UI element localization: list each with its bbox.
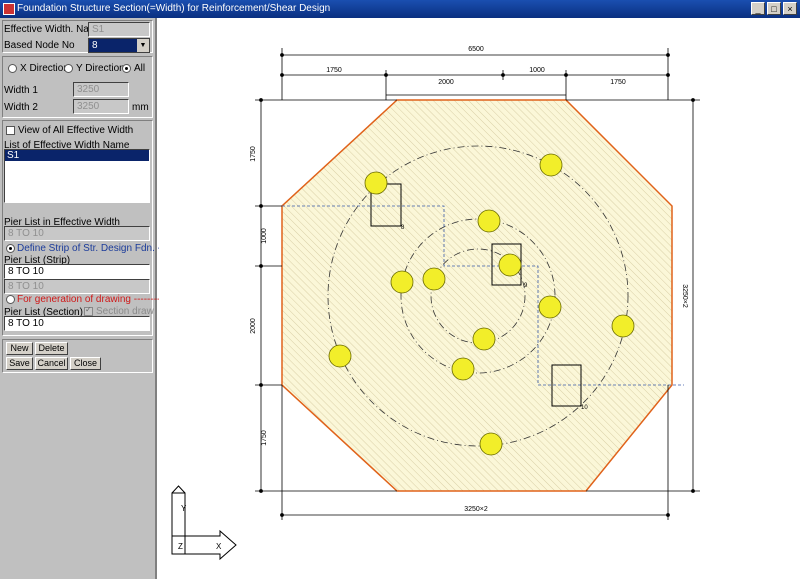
- properties-panel: Effective Width. Name S1 Based Node No 8…: [0, 18, 168, 579]
- all-label: All: [134, 63, 146, 74]
- y-direction-label: Y Direction: [76, 63, 125, 74]
- for-generation-label: For generation of drawing --------: [17, 294, 161, 305]
- dim-left-1: 1750: [250, 146, 257, 162]
- radio-y-direction[interactable]: [64, 64, 73, 73]
- dim-left-2: 1000: [261, 228, 268, 244]
- dim-left-3: 2000: [250, 318, 257, 334]
- axis-z-label: Z: [178, 542, 183, 551]
- width2-field[interactable]: 3250: [73, 99, 129, 114]
- cancel-button[interactable]: Cancel: [35, 357, 68, 370]
- dim-bottom: 3250×2: [464, 506, 488, 513]
- define-strip-label: Define Strip of Str. Design Fdn. ---: [17, 243, 168, 254]
- pile: [538, 295, 562, 319]
- pile: [472, 327, 496, 351]
- dim-top-left: 1750: [326, 67, 342, 74]
- pile: [451, 357, 475, 381]
- dim-left-4: 1750: [261, 430, 268, 446]
- list-item[interactable]: S1: [5, 150, 149, 161]
- pile: [422, 267, 446, 291]
- axis-x-label: X: [216, 542, 222, 551]
- pile: [328, 344, 352, 368]
- pier-strip-field-2[interactable]: 8 TO 10: [4, 279, 150, 294]
- pile: [539, 153, 563, 177]
- axis-indicator: Y Z X: [171, 485, 237, 561]
- view-all-label: View of All Effective Width: [18, 125, 134, 136]
- pier-list-field[interactable]: 8 TO 10: [4, 226, 150, 241]
- based-node-value: 8: [92, 40, 98, 51]
- dim-inner-top: 2000: [438, 79, 454, 86]
- width1-field[interactable]: 3250: [73, 82, 129, 97]
- unit-label: mm: [132, 102, 149, 113]
- close-button[interactable]: Close: [70, 357, 101, 370]
- view-all-checkbox[interactable]: [6, 126, 15, 135]
- pile: [479, 432, 503, 456]
- title-bar: Foundation Structure Section(=Width) for…: [0, 0, 800, 18]
- axis-y-label: Y: [181, 504, 187, 513]
- dim-right: 3250×2: [681, 284, 688, 308]
- pile: [390, 270, 414, 294]
- effective-width-name-field[interactable]: S1: [88, 22, 150, 37]
- minimize-button[interactable]: _: [751, 2, 765, 15]
- x-direction-label: X Direction: [20, 63, 69, 74]
- pier-section-field[interactable]: 8 TO 10: [4, 316, 150, 331]
- new-button[interactable]: New: [6, 342, 33, 355]
- section-draw-checkbox[interactable]: [84, 305, 93, 316]
- width1-label: Width 1: [4, 85, 38, 96]
- delete-button[interactable]: Delete: [35, 342, 68, 355]
- window-title: Foundation Structure Section(=Width) for…: [17, 3, 331, 14]
- foundation-plan-drawing[interactable]: 8 9 10 6500 1750 1000 1750 2000 1750 100…: [159, 18, 800, 579]
- dim-top-mid: 1000: [529, 67, 545, 74]
- close-window-button[interactable]: ×: [783, 2, 797, 15]
- radio-for-generation[interactable]: [6, 295, 15, 304]
- width2-label: Width 2: [4, 102, 38, 113]
- pile: [364, 171, 388, 195]
- drawing-canvas[interactable]: 8 9 10 6500 1750 1000 1750 2000 1750 100…: [159, 18, 800, 579]
- pier-mark-10: 10: [581, 405, 588, 411]
- maximize-button[interactable]: □: [767, 2, 781, 15]
- pile: [611, 314, 635, 338]
- dim-total-top: 6500: [468, 46, 484, 53]
- radio-all[interactable]: [122, 64, 131, 73]
- based-node-label: Based Node No: [4, 40, 75, 51]
- radio-x-direction[interactable]: [8, 64, 17, 73]
- dim-top-right: 1750: [610, 79, 626, 86]
- pile: [477, 209, 501, 233]
- save-button[interactable]: Save: [6, 357, 33, 370]
- chevron-down-icon[interactable]: ▼: [137, 39, 149, 52]
- foundation-outline: [281, 99, 673, 492]
- app-icon: [3, 3, 15, 15]
- pile: [498, 253, 522, 277]
- effective-width-list[interactable]: S1: [4, 149, 150, 203]
- pier-strip-field[interactable]: 8 TO 10: [4, 264, 150, 279]
- radio-define-strip[interactable]: [6, 244, 15, 253]
- based-node-select[interactable]: 8 ▼: [88, 38, 150, 53]
